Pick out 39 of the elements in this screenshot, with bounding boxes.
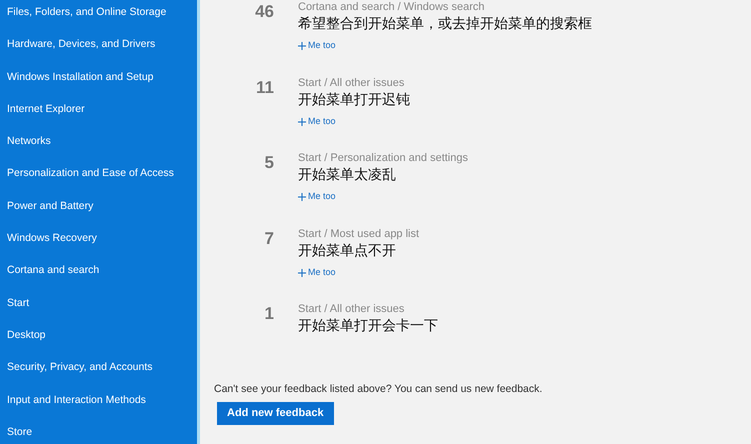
category-link[interactable]: Networks [0, 129, 197, 162]
vote-count: 5 [264, 152, 274, 174]
feedback-title: 开始菜单打开会卡一下 [298, 317, 438, 336]
plus-icon [298, 42, 306, 50]
category-link[interactable]: Hardware, Devices, and Drivers [0, 32, 197, 65]
feedback-category: Start / All other issues [298, 302, 406, 316]
category-link[interactable]: Input and Interaction Methods [0, 388, 197, 420]
category-link[interactable]: Security, Privacy, and Accounts [0, 355, 197, 388]
category-link[interactable]: Cortana and search [0, 258, 197, 291]
category-link[interactable]: Internet Explorer [0, 96, 197, 130]
feedback-category: Cortana and search / Windows search [298, 0, 486, 14]
vote-count: 1 [264, 303, 274, 325]
add-feedback-button[interactable]: Add new feedback [217, 402, 334, 425]
category-link[interactable]: Desktop [0, 322, 197, 356]
vote-count: 46 [254, 1, 274, 23]
feedback-category: Start / Personalization and settings [298, 151, 468, 165]
vote-count: 7 [264, 228, 274, 250]
category-link[interactable]: Start [0, 290, 197, 323]
feedback-category: Start / All other issues [298, 76, 406, 90]
me-too-link[interactable]: Me too [298, 114, 336, 128]
category-link[interactable]: Files, Folders, and Online Storage [0, 0, 197, 32]
feedback-category: Start / Most used app list [298, 226, 420, 240]
feedback-title: 希望整合到开始菜单，或去掉开始菜单的搜索框 [298, 15, 592, 34]
category-link[interactable]: Windows Recovery [0, 226, 197, 258]
help-text: Can't see your feedback listed above? You can send us new feedback. [214, 382, 544, 396]
plus-icon [298, 268, 306, 276]
feedback-title: 开始菜单打开迟钝 [298, 90, 410, 110]
category-link[interactable]: Store [0, 420, 197, 444]
feedback-title: 开始菜单太凌乱 [298, 166, 397, 185]
category-link[interactable]: Personalization and Ease of Access [0, 161, 197, 194]
me-too-link[interactable]: Me too [298, 39, 336, 53]
me-too-link[interactable]: Me too [298, 266, 336, 280]
category-link[interactable]: Power and Battery [0, 194, 197, 226]
plus-icon [298, 193, 306, 201]
feedback-title: 开始菜单点不开 [298, 242, 397, 260]
category-link[interactable]: Windows Installation and Setup [0, 64, 197, 97]
me-too-link[interactable]: Me too [298, 190, 336, 204]
plus-icon [298, 118, 306, 126]
vote-count: 11 [255, 76, 274, 98]
